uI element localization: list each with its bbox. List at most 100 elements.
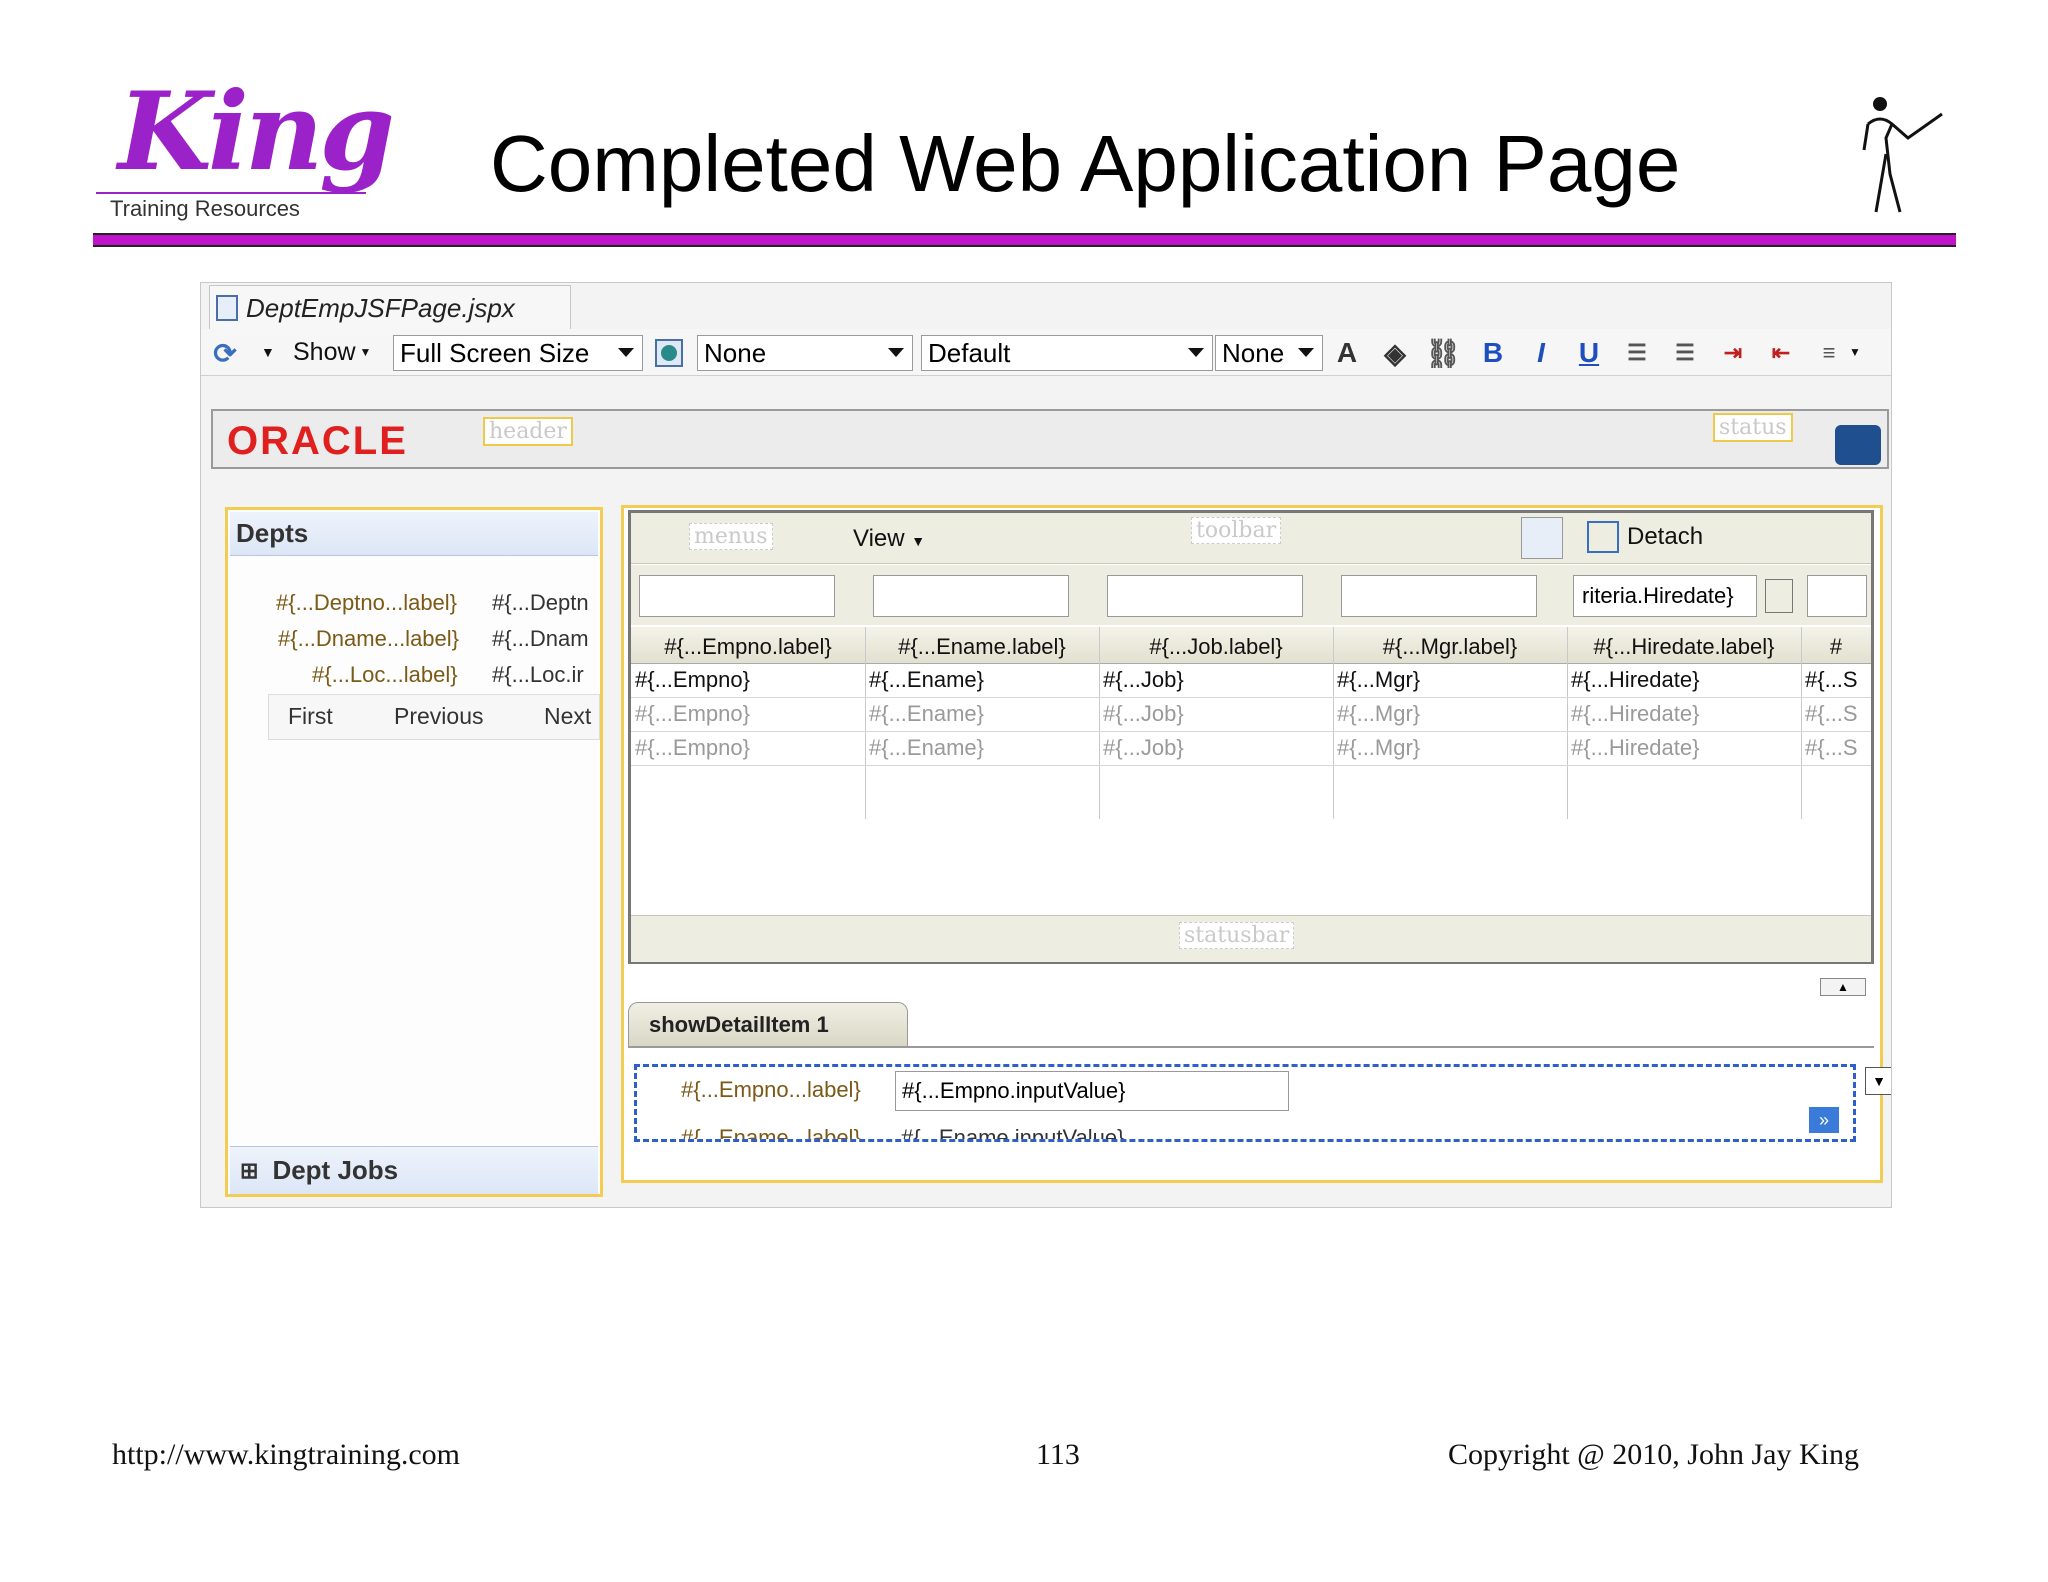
dept-jobs-accordion[interactable]: ⊞ Dept Jobs — [230, 1146, 598, 1194]
logo-subtitle: Training Resources — [110, 196, 300, 221]
refresh-icon[interactable]: ⟳ — [209, 337, 241, 369]
emp-panel: menus View ▼ toolbar Detach riteria.Hire… — [621, 505, 1883, 1183]
ename-detail-input[interactable]: #{...Ename.inputValue} — [901, 1125, 1124, 1139]
ename-filter-input[interactable] — [873, 575, 1069, 617]
table-cell: #{...Ename} — [869, 735, 984, 760]
table-cell: #{...Mgr} — [1337, 701, 1421, 726]
link-icon[interactable]: ⛓ — [1425, 337, 1461, 369]
table-cell: #{...Job} — [1103, 701, 1184, 726]
table-cell: #{...Ename} — [869, 667, 984, 692]
page-file-icon — [216, 295, 238, 321]
statusbar-facet[interactable]: statusbar — [1179, 922, 1295, 949]
file-tab[interactable]: DeptEmpJSFPage.jspx — [209, 285, 571, 330]
detach-label: Detach — [1627, 523, 1704, 550]
row-divider — [631, 697, 1871, 698]
empno-detail-input[interactable]: #{...Empno.inputValue} — [895, 1071, 1289, 1111]
column-header[interactable]: #{...Hiredate.label} — [1567, 631, 1801, 663]
file-tab-label: DeptEmpJSFPage.jspx — [246, 292, 515, 323]
align-icon[interactable]: ≡ — [1813, 337, 1845, 369]
dname-label: #{...Dname...label} — [278, 626, 460, 651]
column-divider — [1333, 627, 1334, 819]
date-picker-icon[interactable] — [1765, 579, 1793, 613]
align-dropdown-icon[interactable]: ▼ — [1849, 335, 1861, 369]
unordered-list-icon[interactable]: ☰ — [1669, 337, 1701, 369]
indent-icon[interactable]: ⇥ — [1717, 337, 1749, 369]
globe-icon[interactable] — [653, 337, 685, 369]
table-cell: #{...Hiredate} — [1571, 735, 1700, 760]
chevron-down-icon — [888, 348, 904, 357]
footer-page-number: 113 — [1036, 1438, 1080, 1471]
status-facet[interactable]: status — [1713, 413, 1793, 442]
chevron-down-icon — [618, 348, 634, 357]
row-divider — [631, 731, 1871, 732]
view-label: View — [853, 525, 905, 552]
table-cell: #{...Empno} — [635, 701, 750, 726]
table-cell: #{...Mgr} — [1337, 735, 1421, 760]
empno-detail-label: #{...Empno...label} — [681, 1077, 861, 1102]
previous-button[interactable]: Previous — [394, 696, 483, 736]
chevron-down-icon — [1188, 348, 1204, 357]
column-header[interactable]: #{...Mgr.label} — [1333, 631, 1567, 663]
chevron-down-icon — [1298, 348, 1314, 357]
empno-filter-input[interactable] — [639, 575, 835, 617]
table-cell: #{...Job} — [1103, 735, 1184, 760]
chevron-down-icon: ▼ — [911, 533, 926, 549]
screen-size-select[interactable]: Full Screen Size — [393, 335, 643, 371]
query-by-example-icon[interactable] — [1521, 517, 1563, 559]
paint-bucket-icon[interactable]: ◈ — [1379, 337, 1411, 369]
bold-icon[interactable]: B — [1477, 337, 1509, 369]
dept-jobs-label: Dept Jobs — [272, 1155, 399, 1185]
table-cell: #{...Empno} — [635, 667, 750, 692]
hiredate-filter-input[interactable]: riteria.Hiredate} — [1573, 575, 1757, 617]
footer-copyright: Copyright @ 2010, John Jay King — [1448, 1438, 1859, 1471]
presenter-figure-icon — [1846, 94, 1946, 218]
oracle-logo: ORACLE — [227, 419, 408, 463]
splitter-up-icon[interactable]: ▲ — [1820, 978, 1866, 996]
menus-facet[interactable]: menus — [689, 523, 773, 550]
column-header[interactable]: # — [1801, 631, 1871, 663]
underline-icon[interactable]: U — [1573, 337, 1605, 369]
text-color-icon[interactable]: A — [1331, 337, 1363, 369]
deptno-value: #{...Deptn — [492, 590, 589, 615]
column-header[interactable]: #{...Job.label} — [1099, 631, 1333, 663]
loc-value: #{...Loc.ir — [492, 662, 584, 687]
expand-icon: ⊞ — [240, 1157, 259, 1183]
outdent-icon[interactable]: ⇤ — [1765, 337, 1797, 369]
header-facet[interactable]: header — [483, 417, 573, 446]
column-divider — [1801, 627, 1802, 819]
filter-row: riteria.Hiredate} — [631, 565, 1871, 625]
italic-icon[interactable]: I — [1525, 337, 1557, 369]
style-value: Default — [928, 337, 1011, 368]
table-cell: #{...Mgr} — [1337, 667, 1421, 692]
sal-filter-input[interactable] — [1807, 575, 1867, 617]
font-size-select[interactable]: None — [1215, 335, 1323, 371]
ordered-list-icon[interactable]: ☰ — [1621, 337, 1653, 369]
first-button[interactable]: First — [288, 696, 333, 736]
font-size-value: None — [1222, 337, 1285, 368]
next-record-icon[interactable]: » — [1809, 1107, 1839, 1133]
show-detail-item-tab[interactable]: showDetailItem 1 — [628, 1002, 908, 1046]
title-rule — [93, 233, 1956, 247]
style-select[interactable]: Default — [921, 335, 1213, 371]
table-cell: #{...Empno} — [635, 735, 750, 760]
mgr-filter-input[interactable] — [1341, 575, 1537, 617]
next-button[interactable]: Next — [544, 696, 591, 736]
detach-icon — [1587, 521, 1619, 553]
king-logo: King — [118, 69, 395, 195]
column-header[interactable]: #{...Empno.label} — [631, 631, 865, 663]
page-header-band: ORACLE header status — [211, 409, 1889, 469]
view-menu[interactable]: View ▼ — [853, 525, 925, 553]
column-header[interactable]: #{...Ename.label} — [865, 631, 1099, 663]
depts-header[interactable]: Depts — [230, 512, 598, 556]
font-family-select[interactable]: None — [697, 335, 913, 371]
show-menu[interactable]: Show ▼ — [293, 335, 371, 369]
toolbar-facet[interactable]: toolbar — [1191, 517, 1282, 544]
detach-button[interactable]: Detach — [1587, 521, 1703, 553]
table-cell: #{...Job} — [1103, 667, 1184, 692]
ename-detail-label: #{...Ename...label} — [681, 1125, 861, 1139]
job-filter-input[interactable] — [1107, 575, 1303, 617]
table-cell: #{...Hiredate} — [1571, 667, 1700, 692]
scroll-down-icon[interactable]: ▼ — [1865, 1067, 1891, 1095]
table-cell: #{...S — [1805, 667, 1858, 692]
refresh-dropdown-icon[interactable]: ▼ — [261, 335, 275, 369]
